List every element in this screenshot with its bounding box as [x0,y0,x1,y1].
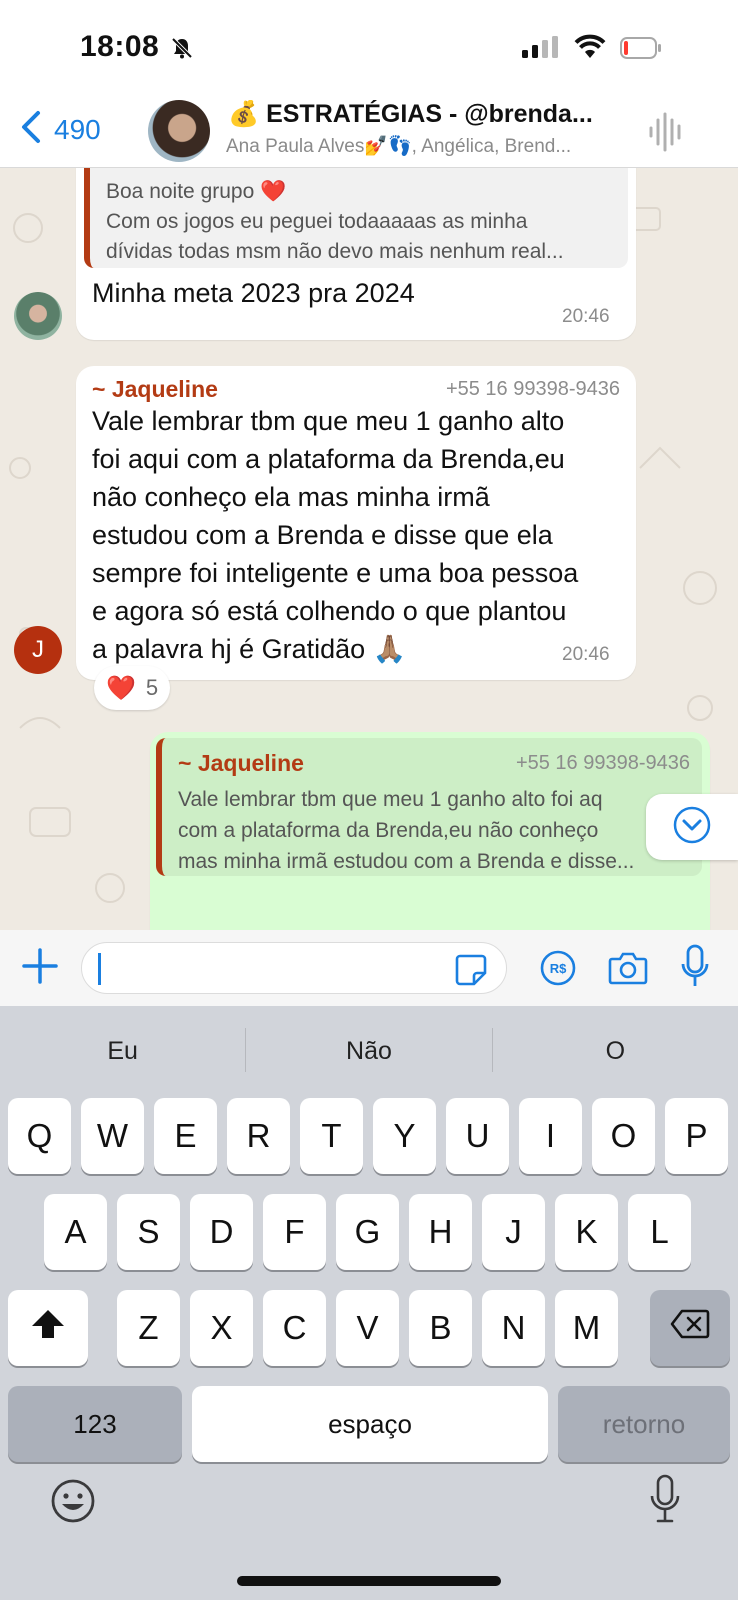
key-f[interactable]: F [263,1194,326,1270]
audio-waveform-icon[interactable] [648,112,684,157]
heart-reaction-icon: ❤️ [106,674,136,702]
sender-name[interactable]: ~ Jaqueline [92,376,218,403]
svg-text:R$: R$ [550,961,567,976]
return-key[interactable]: retorno [558,1386,730,1462]
key-a[interactable]: A [44,1194,107,1270]
key-p[interactable]: P [665,1098,728,1174]
key-u[interactable]: U [446,1098,509,1174]
emoji-icon[interactable] [50,1478,96,1529]
cellular-signal-icon [522,36,560,63]
quote-line: Boa noite grupo ❤️ [106,180,287,203]
quoted-message[interactable]: Boa noite grupo ❤️ Com os jogos eu pegue… [84,168,628,268]
quote-line: com a plataforma da Brenda,eu não conheç… [178,819,599,842]
quote-line: mas minha irmã estudou com a Brenda e di… [178,850,635,873]
wifi-icon [574,34,606,63]
quoted-sender-name: ~ Jaqueline [178,750,304,776]
avatar-letter: J [32,636,44,663]
message-line: Vale lembrar tbm que meu 1 ganho alto [92,406,565,436]
key-j[interactable]: J [482,1194,545,1270]
message-time: 20:46 [562,644,610,665]
payment-icon[interactable]: R$ [540,950,576,991]
sender-phone: +55 16 99398-9436 [445,378,620,400]
quoted-sender-phone: +55 16 99398-9436 [515,752,690,774]
key-y[interactable]: Y [373,1098,436,1174]
shift-key[interactable] [8,1290,88,1366]
reaction-badge[interactable]: ❤️ 5 [94,666,171,710]
key-e[interactable]: E [154,1098,217,1174]
home-indicator[interactable] [237,1576,501,1586]
numbers-key[interactable]: 123 [8,1386,182,1462]
backspace-key[interactable] [650,1290,730,1366]
space-key[interactable]: espaço [192,1386,548,1462]
group-avatar[interactable] [148,100,210,162]
shift-arrow-icon [30,1308,66,1348]
unread-count: 490 [54,113,101,145]
key-w[interactable]: W [81,1098,144,1174]
key-l[interactable]: L [628,1194,691,1270]
scroll-to-bottom-button[interactable] [646,794,738,860]
quote-line: dívidas todas msm não devo mais nenhum r… [106,240,564,263]
message-bubble[interactable]: Boa noite grupo ❤️ Com os jogos eu pegue… [76,168,636,340]
key-t[interactable]: T [300,1098,363,1174]
key-z[interactable]: Z [117,1290,180,1366]
backspace-icon [670,1309,710,1347]
camera-icon[interactable] [608,950,648,991]
dictation-mic-icon[interactable] [648,1474,682,1531]
quote-line: Vale lembrar tbm que meu 1 ganho alto fo… [178,788,603,811]
plus-icon[interactable] [22,948,58,989]
key-v[interactable]: V [336,1290,399,1366]
quoted-message[interactable]: ~ Jaqueline +55 16 99398-9436 Vale lembr… [156,738,702,876]
chevron-down-circle-icon [672,805,712,850]
key-b[interactable]: B [409,1290,472,1366]
message-text: Minha meta 2023 pra 2024 [92,278,415,308]
message-line: a palavra hj é Gratidão 🙏🏽 [92,634,407,664]
keyboard: Eu Não O Q W E R T Y U I O P A S D F G H… [0,1006,738,1600]
message-time: 20:46 [562,306,610,327]
microphone-icon[interactable] [680,944,710,995]
message-line: não conheço ela mas minha irmã [92,482,490,512]
key-i[interactable]: I [519,1098,582,1174]
key-k[interactable]: K [555,1194,618,1270]
key-r[interactable]: R [227,1098,290,1174]
suggestion-item[interactable]: O [493,1006,738,1096]
key-c[interactable]: C [263,1290,326,1366]
key-x[interactable]: X [190,1290,253,1366]
sender-avatar[interactable]: J [14,626,62,674]
key-q[interactable]: Q [8,1098,71,1174]
message-line: foi aqui com a plataforma da Brenda,eu [92,444,565,474]
sender-avatar[interactable] [14,292,62,340]
key-s[interactable]: S [117,1194,180,1270]
suggestion-item[interactable]: Não [246,1006,491,1096]
message-text: Vale lembrar tbm que meu 1 ganho alto fo… [92,402,632,668]
suggestion-item[interactable]: Eu [0,1006,245,1096]
key-d[interactable]: D [190,1194,253,1270]
text-caret [98,953,101,985]
chat-header: 490 💰 ESTRATÉGIAS - @brenda... Ana Paula… [0,96,738,168]
outgoing-message-bubble[interactable]: ~ Jaqueline +55 16 99398-9436 Vale lembr… [150,732,710,930]
message-input[interactable] [81,942,507,994]
key-m[interactable]: M [555,1290,618,1366]
bell-muted-icon [170,36,194,65]
sticker-icon[interactable] [454,953,488,992]
status-bar: 18:08 [0,0,738,96]
message-bubble[interactable]: ~ Jaqueline +55 16 99398-9436 Vale lembr… [76,366,636,680]
status-time: 18:08 [80,30,160,63]
key-g[interactable]: G [336,1194,399,1270]
chevron-left-icon [20,110,42,149]
message-line: estudou com a Brenda e disse que ela [92,520,553,550]
back-button[interactable]: 490 [20,110,101,149]
key-n[interactable]: N [482,1290,545,1366]
group-title[interactable]: 💰 ESTRATÉGIAS - @brenda... [228,100,628,129]
key-h[interactable]: H [409,1194,472,1270]
chat-area[interactable]: Boa noite grupo ❤️ Com os jogos eu pegue… [0,168,738,930]
keyboard-suggestions: Eu Não O [0,1006,738,1096]
quote-line: Com os jogos eu peguei todaaaaas as minh… [106,210,528,233]
message-line: sempre foi inteligente e uma boa pessoa [92,558,579,588]
group-members[interactable]: Ana Paula Alves💅👣, Angélica, Brend... [226,134,626,158]
key-o[interactable]: O [592,1098,655,1174]
reaction-count: 5 [145,675,159,700]
message-composer: R$ [0,930,738,1006]
message-line: e agora só está colhendo o que plantou [92,596,567,626]
battery-low-icon [620,37,662,64]
